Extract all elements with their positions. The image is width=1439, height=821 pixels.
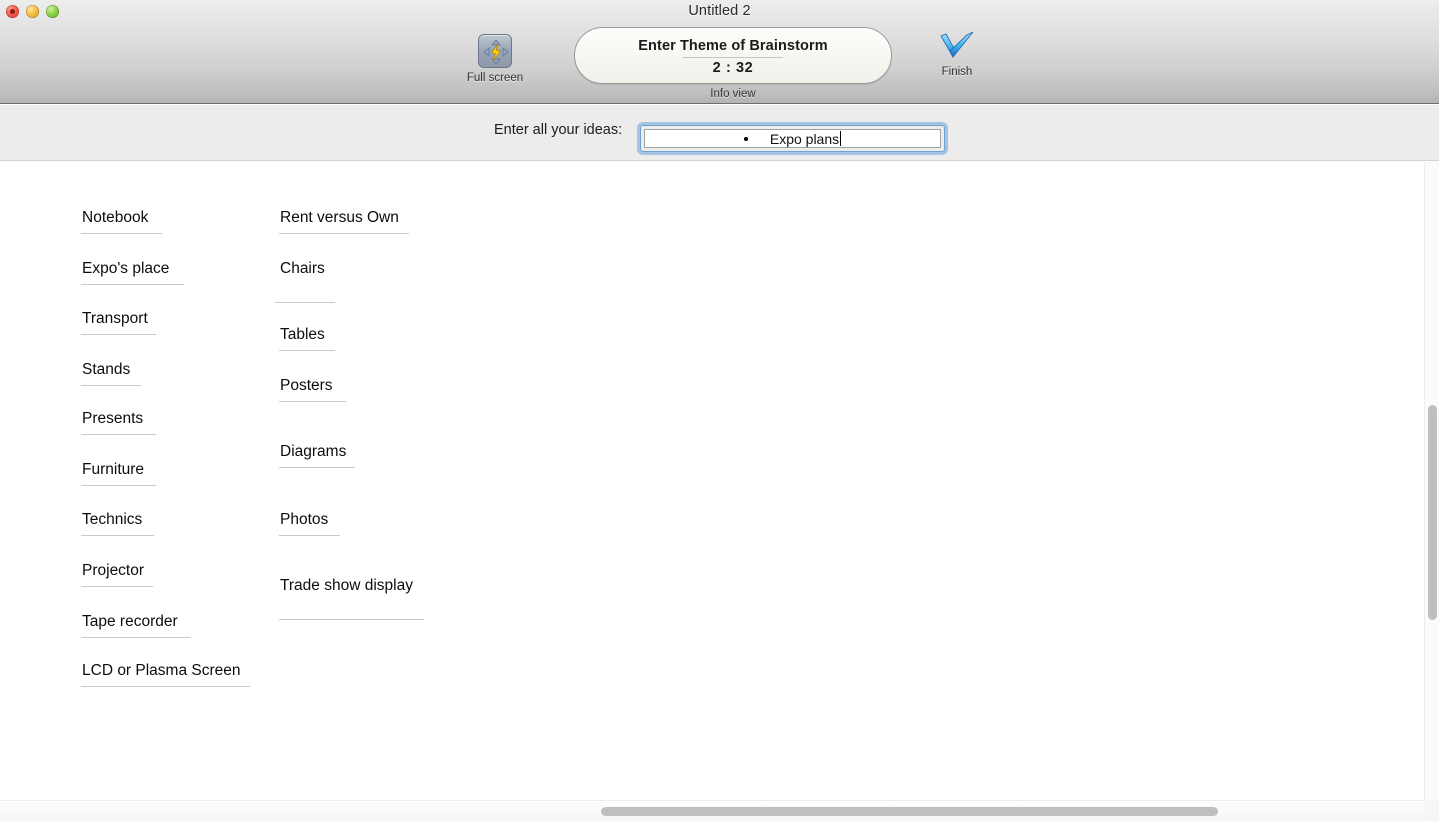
ideas-list-area: Notebook Expo's place Transport Stands Prese… <box>0 162 1410 800</box>
idea-item[interactable]: Notebook <box>81 209 162 234</box>
idea-label: Transport <box>82 310 148 327</box>
idea-underline <box>279 467 355 468</box>
idea-label: Notebook <box>82 209 149 226</box>
toolbar-info-view[interactable]: Enter Theme of Brainstorm 2 : 32 Info vi… <box>574 27 892 100</box>
horizontal-scrollbar-thumb[interactable] <box>601 807 1218 816</box>
idea-item[interactable]: Stands <box>81 361 141 386</box>
toolbar-label-info-view: Info view <box>710 88 756 100</box>
idea-underline <box>279 233 409 234</box>
horizontal-scrollbar[interactable] <box>0 800 1439 821</box>
idea-item[interactable]: Technics <box>81 511 154 536</box>
idea-label: Tape recorder <box>82 613 178 630</box>
idea-label: Presents <box>82 410 144 427</box>
fullscreen-bolt-icon <box>478 34 512 68</box>
idea-underline <box>279 401 346 402</box>
idea-item[interactable]: LCD or Plasma Screen <box>81 662 250 687</box>
idea-underline <box>279 350 335 351</box>
info-view-panel[interactable]: Enter Theme of Brainstorm 2 : 32 <box>574 27 892 84</box>
idea-label: Furniture <box>82 461 145 478</box>
toolbar-button-finish[interactable]: Finish <box>922 30 992 78</box>
idea-underline <box>81 637 191 638</box>
idea-item[interactable]: Photos <box>279 511 340 536</box>
idea-label: Rent versus Own <box>280 209 399 226</box>
idea-item[interactable]: Tables <box>279 326 335 351</box>
idea-underline <box>81 334 156 335</box>
window-title: Untitled 2 <box>688 3 751 19</box>
idea-item[interactable]: Chairs <box>275 260 335 303</box>
idea-item[interactable]: Expo's place <box>81 260 184 285</box>
checkmark-icon <box>937 30 977 62</box>
idea-label: Posters <box>280 377 333 394</box>
idea-label: Photos <box>280 511 329 528</box>
application-window: Untitled 2 Full screen Enter Theme of Br… <box>0 0 1439 821</box>
brainstorm-timer: 2 : 32 <box>712 59 754 76</box>
idea-entry-label: Enter all your ideas: <box>494 122 623 138</box>
ideas-canvas[interactable]: Notebook Expo's place Transport Stands Prese… <box>0 162 1439 800</box>
idea-underline <box>81 686 250 687</box>
window-titlebar: Untitled 2 Full screen Enter Theme of Br… <box>0 0 1439 104</box>
idea-label: Stands <box>82 361 131 378</box>
idea-underline <box>81 535 154 536</box>
idea-underline <box>81 485 156 486</box>
idea-underline <box>81 385 141 386</box>
toolbar-button-full-screen[interactable]: Full screen <box>462 34 528 84</box>
idea-label: Chairs <box>280 260 325 277</box>
idea-underline <box>275 302 335 303</box>
vertical-scrollbar-thumb[interactable] <box>1428 405 1437 620</box>
idea-label: LCD or Plasma Screen <box>82 662 241 679</box>
idea-input-value: Expo plans <box>769 130 840 147</box>
idea-item[interactable]: Tape recorder <box>81 613 191 638</box>
info-view-divider <box>683 56 783 58</box>
idea-item[interactable]: Presents <box>81 410 156 435</box>
idea-item[interactable]: Trade show display <box>279 577 424 620</box>
idea-underline <box>81 586 153 587</box>
idea-underline <box>81 233 162 234</box>
idea-item[interactable]: Transport <box>81 310 156 335</box>
idea-item[interactable]: Diagrams <box>279 443 355 468</box>
brainstorm-theme-prompt: Enter Theme of Brainstorm <box>638 37 828 54</box>
scrollbar-corner <box>1424 800 1439 821</box>
idea-underline <box>279 535 340 536</box>
idea-label: Trade show display <box>280 577 413 594</box>
text-caret <box>840 131 842 146</box>
idea-label: Projector <box>82 562 145 579</box>
idea-label: Expo's place <box>82 260 170 277</box>
idea-input-focus-ring: Expo plans <box>640 125 945 152</box>
idea-label: Technics <box>82 511 143 528</box>
idea-item[interactable]: Projector <box>81 562 153 587</box>
idea-item[interactable]: Furniture <box>81 461 156 486</box>
idea-underline <box>81 284 184 285</box>
idea-label: Diagrams <box>280 443 347 460</box>
bullet-icon <box>743 136 748 141</box>
toolbar-label-finish: Finish <box>941 66 973 78</box>
vertical-scrollbar[interactable] <box>1424 162 1439 800</box>
idea-item[interactable]: Rent versus Own <box>279 209 409 234</box>
idea-input[interactable]: Expo plans <box>644 129 941 148</box>
idea-label: Tables <box>280 326 325 343</box>
idea-item[interactable]: Posters <box>279 377 346 402</box>
idea-underline <box>81 434 156 435</box>
toolbar-label-full-screen: Full screen <box>466 72 524 84</box>
idea-underline <box>279 619 424 620</box>
